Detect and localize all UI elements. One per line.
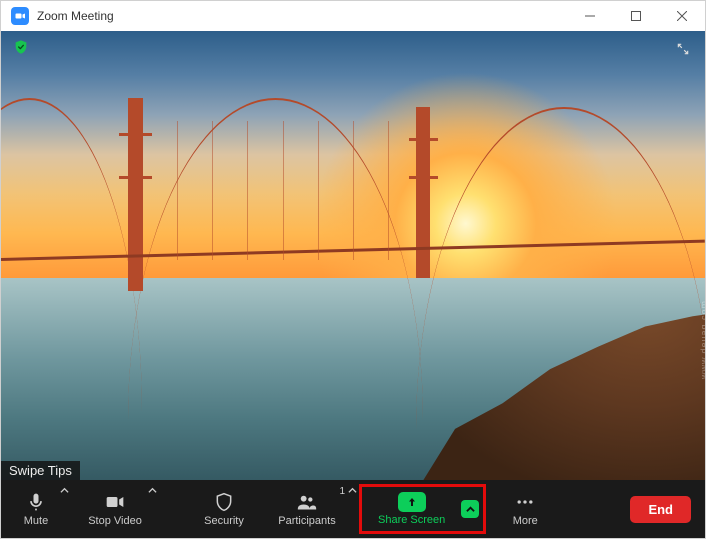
- app-window: Zoom Meeting: [0, 0, 706, 539]
- microphone-icon: [26, 491, 46, 513]
- participants-options-chevron-icon[interactable]: [348, 486, 357, 498]
- share-screen-label: Share Screen: [378, 514, 445, 526]
- swipe-tips-label: Swipe Tips: [1, 461, 80, 480]
- titlebar: Zoom Meeting: [1, 1, 705, 31]
- encryption-shield-icon[interactable]: [11, 37, 31, 57]
- meeting-toolbar: Mute Stop Video Security 1 Participants: [1, 480, 705, 538]
- share-screen-button[interactable]: Share Screen: [364, 489, 459, 529]
- share-screen-options-button[interactable]: [459, 489, 481, 529]
- fullscreen-button[interactable]: [671, 37, 695, 61]
- stop-video-button[interactable]: Stop Video: [71, 480, 159, 538]
- participants-icon: [297, 491, 317, 513]
- stop-video-label: Stop Video: [88, 515, 142, 527]
- background-scene: [1, 31, 705, 480]
- more-label: More: [513, 515, 538, 527]
- more-dots-icon: [515, 491, 535, 513]
- chevron-up-icon: [461, 500, 479, 518]
- video-camera-icon: [105, 491, 125, 513]
- security-button[interactable]: Security: [189, 480, 259, 538]
- zoom-app-icon: [11, 7, 29, 25]
- mute-button[interactable]: Mute: [1, 480, 71, 538]
- mute-label: Mute: [24, 515, 48, 527]
- participants-button[interactable]: 1 Participants: [259, 480, 355, 538]
- maximize-button[interactable]: [613, 1, 659, 31]
- window-title: Zoom Meeting: [37, 9, 114, 23]
- video-options-chevron-icon[interactable]: [148, 486, 157, 498]
- shield-icon: [214, 491, 234, 513]
- participants-label: Participants: [278, 515, 335, 527]
- share-arrow-up-icon: [398, 492, 426, 512]
- security-label: Security: [204, 515, 244, 527]
- share-screen-highlight: Share Screen: [359, 484, 486, 534]
- video-area: www.deuag.com Swipe Tips: [1, 31, 705, 480]
- watermark-text: www.deuag.com: [699, 300, 705, 379]
- participants-count: 1: [339, 486, 345, 497]
- more-button[interactable]: More: [490, 480, 560, 538]
- mute-options-chevron-icon[interactable]: [60, 486, 69, 498]
- minimize-button[interactable]: [567, 1, 613, 31]
- close-button[interactable]: [659, 1, 705, 31]
- end-button[interactable]: End: [630, 496, 691, 523]
